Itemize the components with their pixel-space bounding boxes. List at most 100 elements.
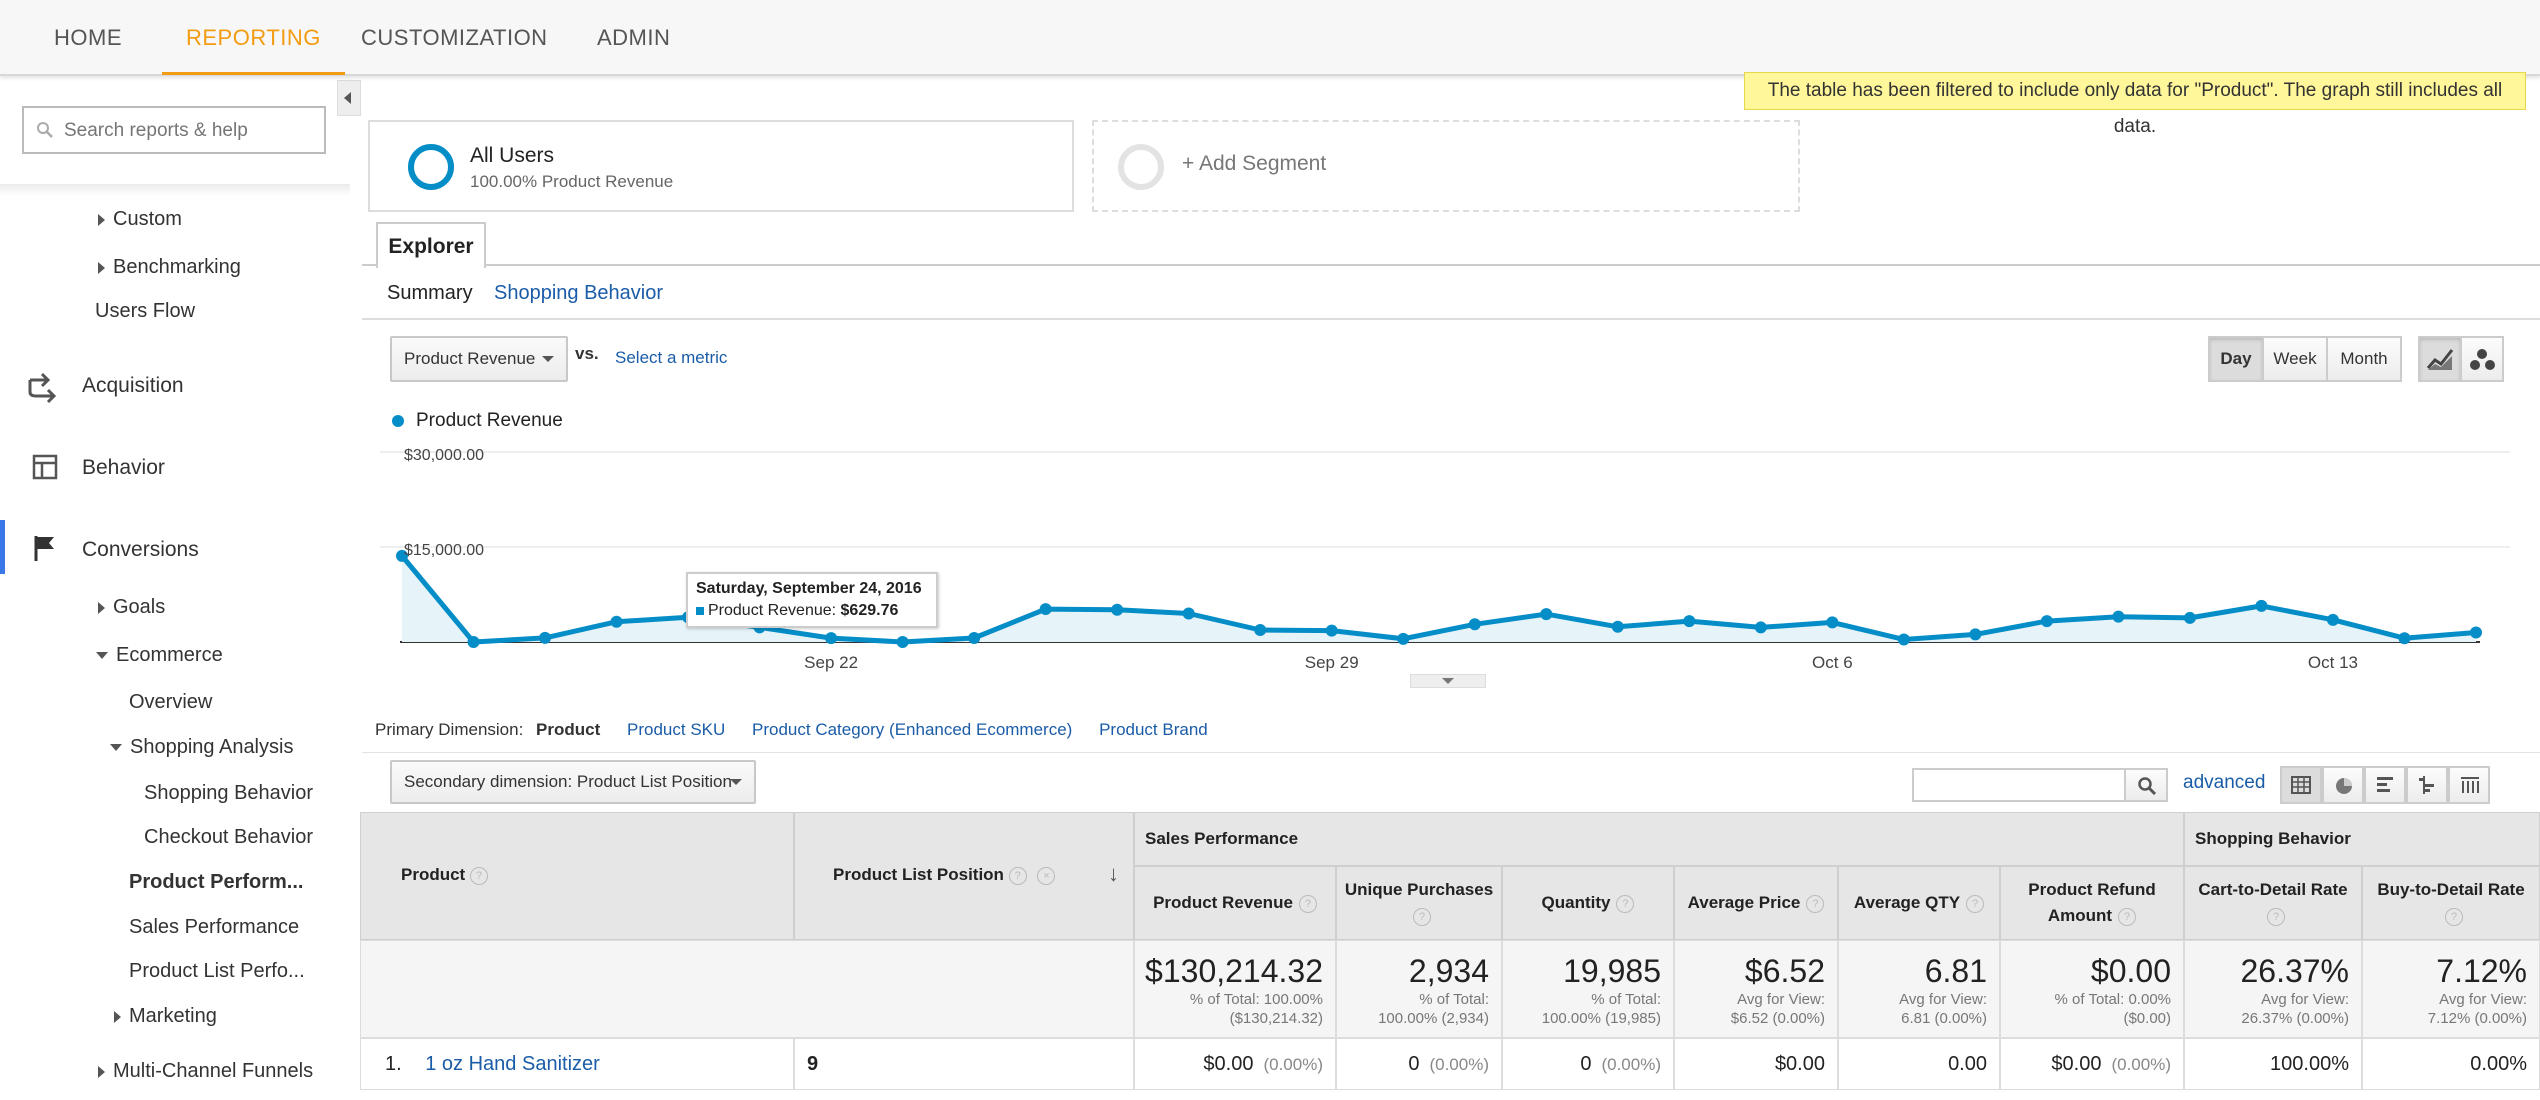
data-point[interactable] — [1754, 621, 1767, 634]
metric-dropdown[interactable]: Product Revenue — [390, 336, 568, 382]
column-header-metric[interactable]: Average QTY? — [1838, 866, 2000, 940]
tab-reporting[interactable]: REPORTING — [162, 0, 345, 75]
data-point[interactable] — [1397, 632, 1410, 645]
sidebar-item-custom[interactable]: Custom — [98, 208, 182, 231]
collapse-sidebar-button[interactable] — [337, 80, 361, 116]
dimension-product-brand[interactable]: Product Brand — [1099, 720, 1208, 739]
data-point[interactable] — [1969, 628, 1982, 641]
remove-dimension-icon[interactable]: × — [1037, 866, 1056, 885]
column-header-metric[interactable]: Buy-to-Detail Rate? — [2362, 866, 2540, 940]
help-icon[interactable]: ? — [1298, 894, 1317, 913]
segment-all-users[interactable]: All Users 100.00% Product Revenue — [368, 120, 1074, 212]
row-product-link[interactable]: 1 oz Hand Sanitizer — [425, 1053, 600, 1075]
view-bar-button[interactable] — [2364, 766, 2406, 804]
data-point[interactable] — [1683, 615, 1696, 628]
data-point[interactable] — [1039, 603, 1052, 616]
data-point[interactable] — [1897, 633, 1910, 646]
view-pie-button[interactable] — [2322, 766, 2364, 804]
table-search-input[interactable] — [1912, 768, 2126, 802]
data-point[interactable] — [825, 632, 838, 645]
sidebar-item-sales-performance[interactable]: Sales Performance — [129, 916, 299, 939]
help-icon[interactable]: ? — [2118, 907, 2137, 926]
tab-customization[interactable]: CUSTOMIZATION — [361, 0, 548, 72]
column-header-metric[interactable]: Product Refund Amount? — [2000, 866, 2184, 940]
data-point[interactable] — [1254, 623, 1267, 636]
add-segment-label[interactable]: + Add Segment — [1182, 152, 1326, 176]
data-point[interactable] — [1182, 607, 1195, 620]
data-point[interactable] — [2326, 613, 2339, 626]
view-pivot-button[interactable] — [2448, 766, 2490, 804]
data-point[interactable] — [968, 632, 981, 645]
tab-explorer[interactable]: Explorer — [376, 222, 486, 268]
month-button[interactable]: Month — [2326, 336, 2402, 382]
select-metric-link[interactable]: Select a metric — [615, 348, 727, 368]
data-point[interactable] — [2183, 611, 2196, 624]
data-point[interactable] — [539, 631, 552, 644]
sidebar-item-multi-channel-funnels[interactable]: Multi-Channel Funnels — [98, 1060, 313, 1083]
column-header-metric[interactable]: Average Price? — [1674, 866, 1838, 940]
help-icon[interactable]: ? — [1413, 907, 1431, 926]
data-point[interactable] — [1325, 624, 1338, 637]
help-icon[interactable]: ? — [2445, 907, 2463, 926]
motion-chart-button[interactable] — [2460, 336, 2504, 382]
data-point[interactable] — [1111, 603, 1124, 616]
column-header-metric[interactable]: Quantity? — [1502, 866, 1674, 940]
table-search-button[interactable] — [2124, 768, 2168, 802]
help-icon[interactable]: ? — [1966, 894, 1985, 913]
column-header-product[interactable]: Product ? — [360, 812, 794, 940]
column-header-product-list-position[interactable]: Product List Position ? × ↓ — [794, 812, 1134, 940]
dimension-product-category[interactable]: Product Category (Enhanced Ecommerce) — [752, 720, 1072, 739]
subtab-shopping-behavior[interactable]: Shopping Behavior — [494, 282, 663, 305]
secondary-dimension-dropdown[interactable]: Secondary dimension: Product List Positi… — [390, 760, 756, 804]
sidebar-item-shopping-analysis[interactable]: Shopping Analysis — [110, 736, 293, 759]
tab-admin[interactable]: ADMIN — [597, 0, 670, 72]
sort-arrow-down-icon[interactable]: ↓ — [1108, 861, 1119, 887]
help-icon[interactable]: ? — [1806, 894, 1825, 913]
data-point[interactable] — [1540, 608, 1553, 621]
column-header-metric[interactable]: Product Revenue? — [1134, 866, 1336, 940]
column-header-metric[interactable]: Cart-to-Detail Rate? — [2184, 866, 2362, 940]
data-point[interactable] — [896, 636, 909, 648]
sidebar-item-ecommerce[interactable]: Ecommerce — [96, 644, 223, 667]
sidebar-item-benchmarking[interactable]: Benchmarking — [98, 256, 241, 279]
search-input[interactable] — [62, 116, 316, 146]
data-point[interactable] — [467, 636, 480, 648]
sidebar-item-users-flow[interactable]: Users Flow — [95, 300, 195, 323]
subtab-summary[interactable]: Summary — [387, 282, 473, 305]
column-header-metric[interactable]: Unique Purchases? — [1336, 866, 1502, 940]
dimension-product-sku[interactable]: Product SKU — [627, 720, 725, 739]
help-icon[interactable]: ? — [1008, 866, 1027, 885]
data-point[interactable] — [1826, 616, 1839, 629]
data-point[interactable] — [2112, 610, 2125, 623]
data-point[interactable] — [2398, 632, 2411, 645]
sidebar-item-product-performance[interactable]: Product Perform... — [129, 871, 303, 894]
data-point[interactable] — [610, 615, 623, 628]
data-point[interactable] — [1468, 618, 1481, 631]
line-chart-button[interactable] — [2418, 336, 2462, 382]
data-point[interactable] — [2040, 615, 2053, 628]
add-segment-box[interactable]: + Add Segment — [1092, 120, 1800, 212]
sidebar-item-checkout-behavior[interactable]: Checkout Behavior — [144, 826, 313, 849]
help-icon[interactable]: ? — [469, 866, 488, 885]
sidebar-item-shopping-behavior[interactable]: Shopping Behavior — [144, 782, 313, 805]
view-comparison-button[interactable] — [2406, 766, 2448, 804]
sidebar-item-acquisition[interactable]: Acquisition — [82, 374, 184, 398]
day-button[interactable]: Day — [2208, 336, 2264, 382]
data-point[interactable] — [2255, 599, 2268, 612]
sidebar-item-product-list-performance[interactable]: Product List Perfo... — [129, 960, 305, 983]
data-point[interactable] — [2470, 626, 2482, 639]
help-icon[interactable]: ? — [2267, 907, 2285, 926]
week-button[interactable]: Week — [2262, 336, 2328, 382]
chart-resize-handle[interactable] — [1410, 674, 1486, 688]
sidebar-item-behavior[interactable]: Behavior — [82, 456, 165, 480]
advanced-filter-link[interactable]: advanced — [2183, 772, 2265, 794]
tab-home[interactable]: HOME — [54, 0, 122, 72]
sidebar-item-conversions[interactable]: Conversions — [82, 538, 199, 562]
data-point[interactable] — [1611, 620, 1624, 633]
help-icon[interactable]: ? — [1616, 894, 1635, 913]
search-box[interactable] — [22, 106, 326, 154]
sidebar-item-overview[interactable]: Overview — [129, 691, 212, 714]
sidebar-item-marketing[interactable]: Marketing — [114, 1005, 217, 1028]
sidebar-item-goals[interactable]: Goals — [98, 596, 165, 619]
view-table-button[interactable] — [2280, 766, 2322, 804]
